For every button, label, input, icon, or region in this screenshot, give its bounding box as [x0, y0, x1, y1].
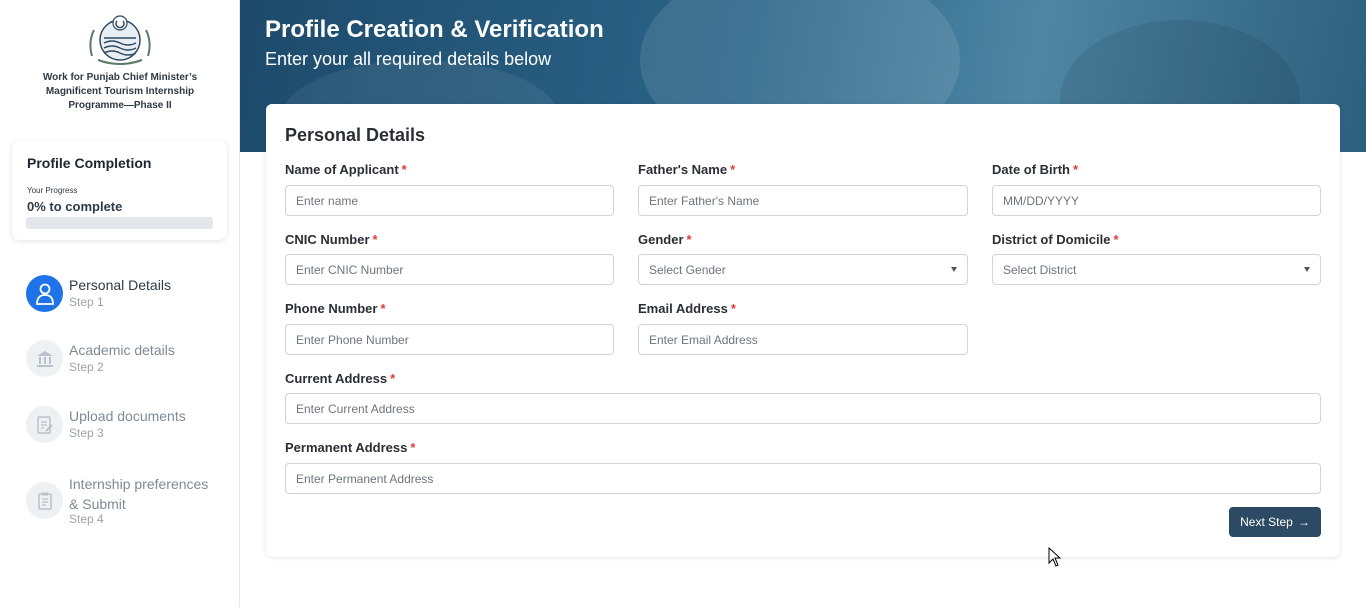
chevron-down-icon: [951, 267, 957, 272]
permanent-address-input[interactable]: Enter Permanent Address: [285, 463, 1321, 494]
personal-details-form: Personal Details Name of Applicant * Ente…: [266, 104, 1340, 557]
arrow-right-icon: →: [1297, 515, 1310, 529]
page-title: Profile Creation & Verification: [265, 16, 604, 43]
step-number: Step 2: [69, 360, 104, 374]
dob-label: Date of Birth *: [992, 162, 1079, 177]
district-select[interactable]: Select District: [992, 254, 1321, 285]
district-label: District of Domicile *: [992, 232, 1119, 247]
gender-label: Gender *: [638, 232, 692, 247]
step-number: Step 4: [69, 512, 104, 526]
father-name-input[interactable]: Enter Father's Name: [638, 185, 968, 216]
institution-icon: [26, 340, 63, 377]
sidebar: Work for Punjab Chief Minister’s Magnifi…: [0, 0, 240, 607]
step-label: Internship preferences & Submit: [69, 476, 209, 512]
punjab-logo: [89, 15, 151, 65]
organization-name: Work for Punjab Chief Minister’s Magnifi…: [42, 72, 198, 111]
chevron-down-icon: [1304, 267, 1310, 272]
step-label: Academic details: [69, 342, 175, 358]
gender-select-value: Select Gender: [649, 262, 726, 277]
clipboard-icon: [26, 482, 63, 519]
phone-input[interactable]: Enter Phone Number: [285, 324, 614, 355]
progress-subtitle: Your Progress: [27, 186, 78, 195]
father-name-label: Father's Name *: [638, 162, 736, 177]
user-icon: [26, 275, 63, 312]
progress-value: 0% to complete: [27, 199, 123, 214]
step-number: Step 1: [69, 295, 104, 309]
step-label: Personal Details: [69, 277, 171, 293]
cnic-input[interactable]: Enter CNIC Number: [285, 254, 614, 285]
profile-completion-card: Profile Completion Your Progress 0% to c…: [12, 141, 227, 240]
page-subtitle: Enter your all required details below: [265, 49, 552, 69]
email-input[interactable]: Enter Email Address: [638, 324, 968, 355]
step-label: Upload documents: [69, 408, 186, 424]
current-address-label: Current Address *: [285, 371, 396, 386]
form-title: Personal Details: [285, 125, 426, 145]
mouse-cursor-icon: [1048, 547, 1062, 567]
name-label: Name of Applicant *: [285, 162, 407, 177]
dob-input[interactable]: MM/DD/YYYY: [992, 185, 1321, 216]
document-edit-icon: [26, 406, 63, 443]
permanent-address-label: Permanent Address *: [285, 440, 416, 455]
next-step-button[interactable]: Next Step →: [1229, 507, 1321, 537]
phone-label: Phone Number *: [285, 301, 386, 316]
gender-select[interactable]: Select Gender: [638, 254, 968, 285]
district-select-value: Select District: [1003, 262, 1077, 277]
progress-title: Profile Completion: [27, 155, 152, 171]
current-address-input[interactable]: Enter Current Address: [285, 393, 1321, 424]
name-input[interactable]: Enter name: [285, 185, 614, 216]
email-label: Email Address *: [638, 301, 736, 316]
next-step-label: Next Step: [1240, 515, 1293, 529]
cnic-label: CNIC Number *: [285, 232, 378, 247]
progress-bar: [26, 217, 213, 229]
step-number: Step 3: [69, 426, 104, 440]
